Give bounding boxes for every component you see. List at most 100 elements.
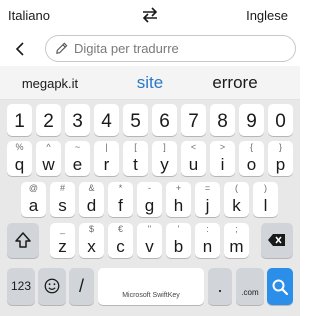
numbers-key-label: 123 — [10, 279, 32, 293]
backspace-key[interactable] — [261, 223, 293, 258]
key-7[interactable]: 7 — [181, 104, 206, 136]
key-j[interactable]: = j — [195, 182, 220, 217]
key-alt-symbol: ) — [264, 183, 267, 193]
key-label: x — [87, 237, 96, 256]
suggestion-2[interactable]: site — [100, 73, 200, 93]
key-d[interactable]: & d — [79, 182, 104, 217]
key-0[interactable]: 0 — [268, 104, 293, 136]
key-x[interactable]: $ x — [79, 223, 104, 258]
key-alt-symbol: } — [278, 142, 282, 152]
key-alt-symbol: ] — [163, 142, 166, 152]
key-n[interactable]: :n — [195, 223, 220, 258]
key-t[interactable]: [t — [123, 141, 148, 176]
key-label: 7 — [188, 111, 199, 132]
key-c[interactable]: € c — [108, 223, 133, 258]
key-alt-symbol: { — [249, 142, 253, 152]
key-label: s — [58, 196, 67, 215]
slash-key-label: / — [78, 276, 84, 296]
key-label: 5 — [130, 111, 141, 132]
key-b[interactable]: ' b — [166, 223, 191, 258]
key-2[interactable]: 2 — [36, 104, 61, 136]
shift-key[interactable] — [7, 223, 39, 258]
key-label: p — [275, 155, 286, 174]
key-label: c — [116, 237, 125, 256]
key-alt-symbol: ' — [177, 224, 180, 234]
key-9[interactable]: 9 — [239, 104, 264, 136]
swap-arrows-icon[interactable] — [140, 5, 160, 25]
key-label: f — [118, 196, 123, 215]
key-alt-symbol: : — [206, 224, 209, 234]
translate-input[interactable]: Digita per tradurre — [45, 35, 296, 62]
key-alt-symbol: < — [190, 142, 197, 152]
key-label: b — [173, 237, 184, 256]
key-label: a — [28, 196, 39, 215]
key-label: 2 — [43, 111, 54, 132]
target-language[interactable]: Inglese — [246, 8, 288, 23]
key-alt-symbol: * — [118, 183, 123, 193]
dotcom-key[interactable]: .com — [236, 268, 264, 305]
key-alt-symbol: & — [88, 183, 95, 193]
key-label: m — [229, 237, 244, 256]
key-v[interactable]: " v — [137, 223, 162, 258]
key-alt-symbol: = — [204, 183, 211, 193]
emoji-key[interactable] — [38, 268, 66, 305]
dotcom-key-label: .com — [241, 288, 259, 297]
key-r[interactable]: | r — [94, 141, 119, 176]
input-placeholder: Digita per tradurre — [74, 41, 179, 56]
key-alt-symbol: @ — [28, 183, 39, 193]
shift-icon — [15, 232, 31, 248]
key-i[interactable]: > i — [210, 141, 235, 176]
search-key[interactable] — [267, 268, 293, 305]
key-alt-symbol: > — [219, 142, 226, 152]
key-4[interactable]: 4 — [94, 104, 119, 136]
key-y[interactable]: ] y — [152, 141, 177, 176]
numbers-key[interactable]: 123 — [7, 268, 35, 305]
key-6[interactable]: 6 — [152, 104, 177, 136]
key-label: t — [133, 155, 138, 174]
translate-input-row: Digita per tradurre — [0, 32, 300, 66]
key-u[interactable]: < u — [181, 141, 206, 176]
key-label: j — [205, 196, 210, 215]
key-w[interactable]: ^ w — [36, 141, 61, 176]
space-key-label: Microsoft SwiftKey — [122, 292, 180, 299]
key-k[interactable]: (k — [224, 182, 249, 217]
slash-key[interactable]: / — [69, 268, 94, 305]
space-key[interactable]: Microsoft SwiftKey — [98, 268, 204, 305]
key-alt-symbol: " — [147, 224, 152, 234]
period-key[interactable]: . — [208, 268, 232, 305]
back-chevron-icon[interactable] — [12, 41, 28, 57]
source-language[interactable]: Italiano — [8, 8, 50, 23]
key-label: 9 — [246, 111, 257, 132]
key-alt-symbol: _ — [59, 224, 65, 234]
key-p[interactable]: } p — [268, 141, 293, 176]
key-label: e — [72, 155, 83, 174]
key-3[interactable]: 3 — [65, 104, 90, 136]
key-g[interactable]: -g — [137, 182, 162, 217]
key-o[interactable]: {o — [239, 141, 264, 176]
key-label: 1 — [14, 111, 25, 132]
key-5[interactable]: 5 — [123, 104, 148, 136]
key-m[interactable]: ; m — [224, 223, 249, 258]
key-alt-symbol: [ — [134, 142, 137, 152]
key-alt-symbol: - — [148, 183, 151, 193]
key-s[interactable]: # s — [50, 182, 75, 217]
key-label: o — [246, 155, 257, 174]
suggestion-1[interactable]: megapk.it — [0, 76, 100, 91]
key-a[interactable]: @ a — [21, 182, 46, 217]
key-l[interactable]: ) l — [253, 182, 278, 217]
key-8[interactable]: 8 — [210, 104, 235, 136]
period-key-label: . — [217, 276, 223, 296]
key-label: v — [145, 237, 154, 256]
key-z[interactable]: _ z — [50, 223, 75, 258]
key-label: 6 — [159, 111, 170, 132]
key-alt-symbol: # — [59, 183, 65, 193]
key-e[interactable]: ~ e — [65, 141, 90, 176]
key-q[interactable]: % q — [7, 141, 32, 176]
key-label: y — [160, 155, 169, 174]
key-f[interactable]: * f — [108, 182, 133, 217]
key-1[interactable]: 1 — [7, 104, 32, 136]
key-alt-symbol: $ — [88, 224, 94, 234]
suggestion-3[interactable]: errore — [200, 73, 270, 93]
key-alt-symbol: | — [105, 142, 108, 152]
key-h[interactable]: + h — [166, 182, 191, 217]
